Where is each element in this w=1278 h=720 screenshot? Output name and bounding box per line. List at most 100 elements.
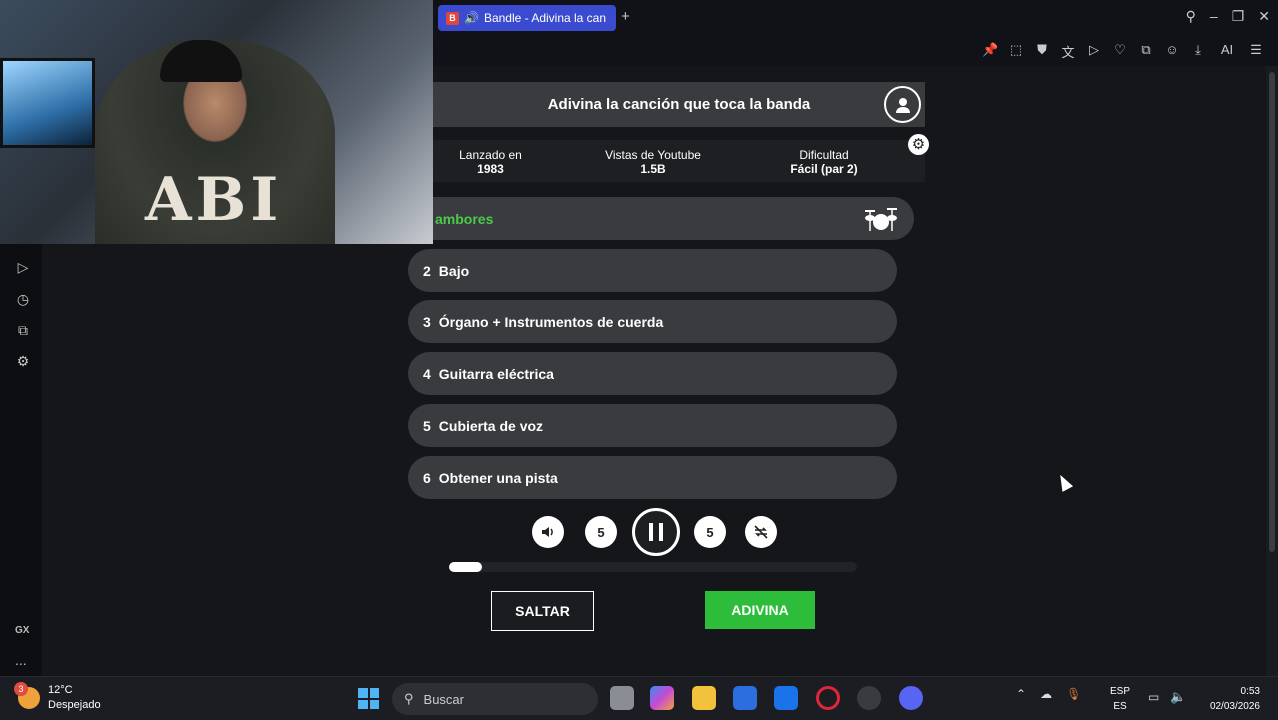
search-icon: ⚲ — [404, 691, 414, 706]
hint-row[interactable]: 6 Obtener una pista — [408, 456, 897, 499]
minimize-button[interactable]: – — [1210, 8, 1218, 25]
ai-button[interactable]: AI — [1216, 42, 1238, 61]
obs-icon[interactable] — [857, 686, 881, 710]
info-value: 1983 — [477, 162, 504, 176]
weather-widget[interactable]: 3 12°C Despejado — [14, 682, 101, 713]
track-label: Cubierta de voz — [438, 417, 544, 434]
cloud-icon[interactable]: ☁ — [1040, 687, 1052, 701]
start-button[interactable] — [358, 688, 379, 709]
info-value: Fácil (par 2) — [790, 162, 858, 176]
forward-icon: 5 — [706, 524, 714, 540]
track-row[interactable]: 3 Órgano + Instrumentos de cuerda — [408, 300, 897, 343]
forward-5-button[interactable]: 5 — [694, 516, 726, 548]
menu-icon[interactable]: ☰ — [1248, 42, 1264, 61]
tab-title: Bandle - Adivina la can — [483, 11, 607, 25]
new-tab-button[interactable]: + — [621, 8, 630, 25]
more-icon[interactable]: ... — [15, 652, 27, 668]
network-icon[interactable]: ▭ — [1148, 690, 1159, 704]
drum-kit-icon — [865, 208, 897, 231]
info-label: Lanzado en — [459, 148, 522, 162]
playback-progress-bar[interactable] — [449, 562, 857, 572]
shield-icon[interactable]: ⛊ — [1034, 42, 1050, 61]
guess-button[interactable]: ADIVINA — [705, 591, 815, 629]
close-button[interactable]: ✕ — [1258, 8, 1270, 25]
info-label: Vistas de Youtube — [605, 148, 701, 162]
song-info: Lanzado en 1983 Vistas de Youtube 1.5B D… — [433, 140, 925, 182]
pause-button[interactable] — [632, 508, 680, 556]
webcam-monitor — [0, 58, 95, 148]
progress-fill — [449, 562, 482, 572]
skip-button[interactable]: SALTAR — [491, 591, 594, 631]
browser-tab-bandle[interactable]: B 🔊 Bandle - Adivina la can — [438, 5, 616, 31]
track-label: Guitarra eléctrica — [438, 365, 554, 382]
history-icon[interactable]: ◷ — [14, 290, 32, 308]
track-number: 5 — [423, 417, 431, 434]
lang-top: ESP — [1110, 686, 1131, 697]
weather-condition: Despejado — [48, 699, 101, 711]
track-label: Órgano + Instrumentos de cuerda — [438, 313, 664, 330]
opera-gx-icon[interactable] — [816, 686, 840, 710]
snapshot-icon[interactable]: ⬚ — [1008, 42, 1024, 61]
microphone-icon[interactable]: 🎙 — [1066, 687, 1081, 701]
hoodie-print: ABI — [145, 165, 283, 235]
bandle-favicon-icon: B — [446, 11, 459, 25]
info-difficulty: Dificultad Fácil (par 2) — [778, 148, 870, 176]
track-label: ambores — [435, 210, 494, 227]
extensions-sidebar-icon[interactable]: ⧉ — [14, 321, 32, 339]
volume-icon[interactable]: 🔈 — [1170, 689, 1186, 705]
rewind-icon: 5 — [597, 524, 605, 540]
user-account-button[interactable] — [884, 86, 921, 123]
download-icon[interactable]: ⤓ — [1190, 42, 1206, 61]
browser-toolbar: 📌 ⬚ ⛊ 文 ▷ ♡ ⧉ ☺ ⤓ AI ☰ — [433, 36, 1278, 66]
pause-icon — [649, 523, 663, 541]
player-icon[interactable]: ▷ — [14, 258, 32, 276]
game-header: Adivina la canción que toca la banda — [433, 82, 925, 127]
lang-bottom: ES — [1113, 701, 1127, 712]
webcam-overlay: ABI — [0, 0, 433, 244]
track-row[interactable]: 5 Cubierta de voz — [408, 404, 897, 447]
chevron-up-icon[interactable]: ⌃ — [1016, 687, 1026, 701]
file-explorer-icon[interactable] — [692, 686, 716, 710]
track-row-active[interactable]: ambores — [433, 197, 914, 240]
info-released: Lanzado en 1983 — [443, 148, 538, 176]
track-row[interactable]: 2 Bajo — [408, 249, 897, 292]
copilot-icon[interactable] — [650, 686, 674, 710]
extensions-icon[interactable]: ⧉ — [1138, 42, 1154, 61]
heart-icon[interactable]: ♡ — [1112, 42, 1128, 61]
search-tabs-icon[interactable]: ⚲ — [1186, 8, 1196, 25]
rewind-5-button[interactable]: 5 — [585, 516, 617, 548]
windows-taskbar: 3 12°C Despejado ⚲ Buscar ⌃ ☁ 🎙 ESP ES ▭… — [0, 676, 1278, 720]
track-number: 4 — [423, 365, 431, 382]
settings-icon[interactable]: ⚙ — [14, 352, 32, 370]
pin-icon[interactable]: 📌 — [982, 42, 998, 61]
screen: B 🔊 Bandle - Adivina la can + ⚲ – ❐ ✕ 📌 … — [0, 0, 1278, 720]
outlook-icon[interactable] — [774, 686, 798, 710]
store-icon[interactable] — [733, 686, 757, 710]
page-scrollbar[interactable] — [1266, 66, 1278, 676]
weather-sun-icon: 3 — [14, 682, 40, 709]
track-row[interactable]: 4 Guitarra eléctrica — [408, 352, 897, 395]
gx-label[interactable]: GX — [15, 625, 29, 636]
task-view-icon[interactable] — [610, 686, 634, 710]
taskbar-search[interactable]: ⚲ Buscar — [392, 683, 598, 715]
maximize-button[interactable]: ❐ — [1232, 8, 1245, 25]
translate-icon[interactable]: 文 — [1060, 42, 1076, 61]
repeat-off-icon — [754, 525, 768, 539]
track-label: Bajo — [438, 262, 470, 279]
clock-time: 0:53 — [1240, 686, 1260, 697]
language-indicator[interactable]: ESP ES — [1110, 684, 1130, 714]
playback-controls: 5 5 — [531, 508, 781, 556]
repeat-off-button[interactable] — [745, 516, 777, 548]
volume-button[interactable] — [532, 516, 564, 548]
page-title: Adivina la canción que toca la banda — [547, 96, 811, 113]
speaker-icon[interactable]: 🔊 — [464, 11, 479, 25]
browser-sidebar: ▷ ◷ ⧉ ⚙ — [0, 244, 42, 676]
discord-icon[interactable] — [899, 686, 923, 710]
game-settings-gear-icon[interactable]: ⚙ — [908, 134, 929, 155]
profile-icon[interactable]: ☺ — [1164, 42, 1180, 61]
scrollbar-thumb[interactable] — [1269, 72, 1275, 552]
clock[interactable]: 0:53 02/03/2026 — [1200, 684, 1260, 714]
play-icon[interactable]: ▷ — [1086, 42, 1102, 61]
window-controls: ⚲ – ❐ ✕ — [1186, 8, 1270, 25]
track-label: Obtener una pista — [438, 469, 558, 486]
